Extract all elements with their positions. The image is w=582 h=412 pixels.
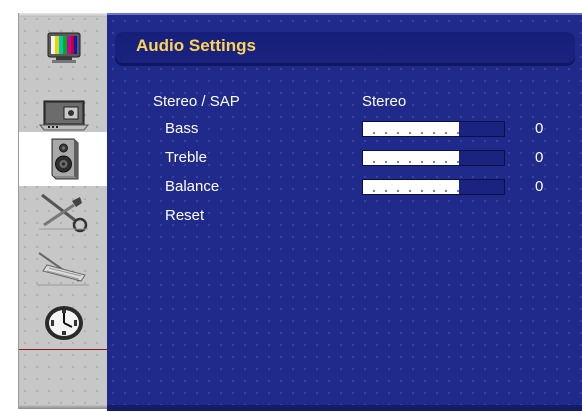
balance-slider[interactable]: [362, 179, 505, 195]
menu-item-treble[interactable]: Treble 0: [107, 149, 582, 169]
page-title: Audio Settings: [136, 36, 256, 55]
sidebar-top-bevel: [19, 13, 108, 17]
picture-settings-icon: [47, 32, 80, 63]
bass-slider-fill: [363, 122, 459, 136]
sidebar-item-tuning[interactable]: [19, 244, 108, 292]
tools-setup-icon: [38, 193, 88, 233]
balance-value: 0: [535, 178, 544, 195]
osd-menu: Audio Settings Stereo / SAP Stereo Bass …: [0, 0, 582, 412]
bass-slider[interactable]: [362, 121, 505, 137]
bass-label: Bass: [165, 120, 199, 137]
menu-category-sidebar: [18, 13, 108, 409]
stereo-sap-label: Stereo / SAP: [153, 93, 240, 110]
menu-item-stereo-sap[interactable]: Stereo / SAP Stereo: [107, 93, 582, 113]
sidebar-item-setup[interactable]: [19, 188, 108, 236]
stereo-sap-value: Stereo: [362, 93, 407, 110]
panel-bottom-band: [107, 405, 582, 411]
sidebar-item-timer[interactable]: [19, 296, 108, 348]
bass-value: 0: [535, 120, 544, 137]
sidebar-bottom-bevel: [19, 404, 108, 409]
tuning-icon: [36, 252, 89, 286]
clock-timer-icon: [44, 306, 83, 340]
reset-label: Reset: [165, 207, 205, 224]
treble-label: Treble: [165, 149, 207, 166]
balance-label: Balance: [165, 178, 220, 195]
balance-slider-fill: [363, 180, 459, 194]
input-source-icon: [38, 100, 89, 131]
menu-item-balance[interactable]: Balance 0: [107, 178, 582, 198]
menu-item-reset[interactable]: Reset: [107, 207, 582, 227]
treble-slider-fill: [363, 151, 459, 165]
audio-speaker-icon: [51, 138, 78, 180]
menu-header: Audio Settings: [115, 32, 575, 66]
menu-item-bass[interactable]: Bass 0: [107, 120, 582, 140]
sidebar-item-audio[interactable]: [19, 132, 108, 186]
sidebar-item-picture[interactable]: [19, 22, 108, 74]
treble-value: 0: [535, 149, 544, 166]
sidebar-empty-slot: [19, 349, 108, 389]
treble-slider[interactable]: [362, 150, 505, 166]
audio-settings-panel: Audio Settings Stereo / SAP Stereo Bass …: [107, 13, 582, 411]
